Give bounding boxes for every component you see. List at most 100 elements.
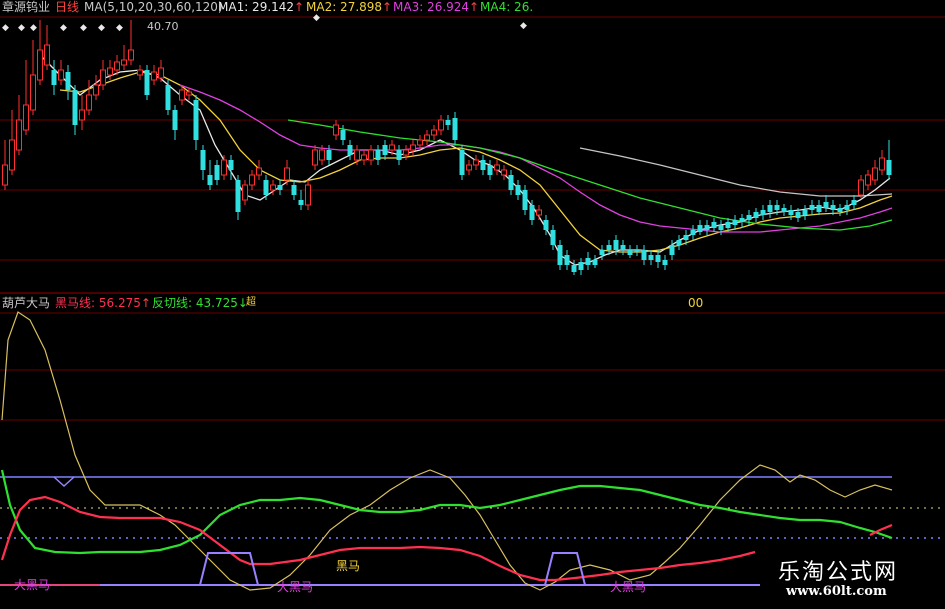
candle-body [592,260,598,265]
candle-body [298,200,304,205]
candle-body [165,85,171,110]
candle-body [438,119,444,131]
fanqie-text: 反切线: 43.725 [152,296,238,310]
svg-text:◆: ◆ [520,21,527,31]
candle-body [746,215,752,220]
svg-text:◆: ◆ [30,23,37,33]
candle-body [128,49,134,61]
fanqie-line [0,469,893,555]
candle-body [634,250,640,252]
candle-body [256,167,262,176]
fanqie-value: 反切线: 43.725↓ [152,296,248,310]
candle-body [37,49,43,81]
candle-body [151,71,157,81]
candle-body [452,118,458,140]
candle-body [137,69,143,76]
ma2-text: MA2: 27.898 [306,0,383,14]
signal-label: 大黑马 [14,578,51,592]
svg-text:◆: ◆ [80,23,87,33]
candle-body [718,225,724,230]
candle-body [543,220,549,230]
candle-body [494,164,500,171]
candle-body [648,255,654,260]
candle-body [662,260,668,265]
period-label[interactable]: 日线 [55,0,79,14]
candle-body [221,159,227,176]
black-horse-text: 黑马线: 56.275 [55,296,141,310]
candle-body [823,202,829,208]
candle-body [354,149,360,161]
candle-body [837,208,843,212]
candle-body [697,225,703,232]
candle-body [655,255,661,262]
candle-body [725,222,731,228]
candle-body [312,149,318,166]
candle-body [844,205,850,210]
candle-body [781,208,787,212]
candle-body [207,175,213,185]
candle-body [305,184,311,206]
candle-body [480,160,486,170]
ma4-line [287,119,893,231]
candle-body [676,240,682,245]
candle-body [536,209,542,216]
price-peak-label: 40.70 [147,20,179,33]
candle-body [788,210,794,215]
candle-body [557,245,563,265]
candle-body [578,262,584,270]
candle-body [93,84,99,96]
candle-body [774,205,780,210]
candle-body [879,157,885,171]
candle-body [613,240,619,250]
candle-body [508,175,514,190]
candle-body [571,265,577,272]
candle-body [865,174,871,186]
svg-text:◆: ◆ [98,23,105,33]
candle-body [760,210,766,215]
candle-body [284,167,290,181]
candle-body [816,205,822,212]
candle-body [809,205,815,210]
candle-body [872,167,878,181]
candle-body [529,205,535,220]
candle-body [9,139,15,171]
candle-body [886,160,892,175]
candle-body [172,110,178,130]
candle-body [179,89,185,101]
candle-body [459,150,465,175]
candle-body [606,245,612,250]
ma3-text: MA3: 26.924 [393,0,470,14]
candle-body [186,91,192,96]
candle-body [599,250,605,255]
candle-body [585,258,591,265]
candle-body [340,130,346,140]
candle-body [319,149,325,161]
candle-body [58,69,64,81]
ma2-value: MA2: 27.898↑ [306,0,392,14]
candlesticks [2,20,892,275]
ma4-value: MA4: 26. [480,0,534,14]
candle-body [802,210,808,215]
candle-body [214,165,220,180]
candle-body [382,145,388,155]
candle-body [86,94,92,111]
candle-body [16,119,22,151]
candle-body [368,149,374,161]
watermark-url: www.60lt.com [786,584,887,599]
svg-text:◆: ◆ [313,13,320,23]
candle-body [753,212,759,218]
candle-body [263,180,269,195]
candle-body [487,165,493,175]
svg-text:◆: ◆ [18,23,25,33]
candle-body [851,200,857,205]
candle-body [107,67,113,76]
price-grid [0,16,945,421]
ma1-value: MA1: 29.142↑ [218,0,304,14]
candle-body [690,230,696,235]
candle-body [326,150,332,160]
candle-body [79,109,85,121]
candle-body [228,160,234,170]
up-arrow-icon: ↑ [382,0,393,14]
candle-body [732,220,738,225]
indicator-title[interactable]: 葫芦大马 [2,296,50,310]
